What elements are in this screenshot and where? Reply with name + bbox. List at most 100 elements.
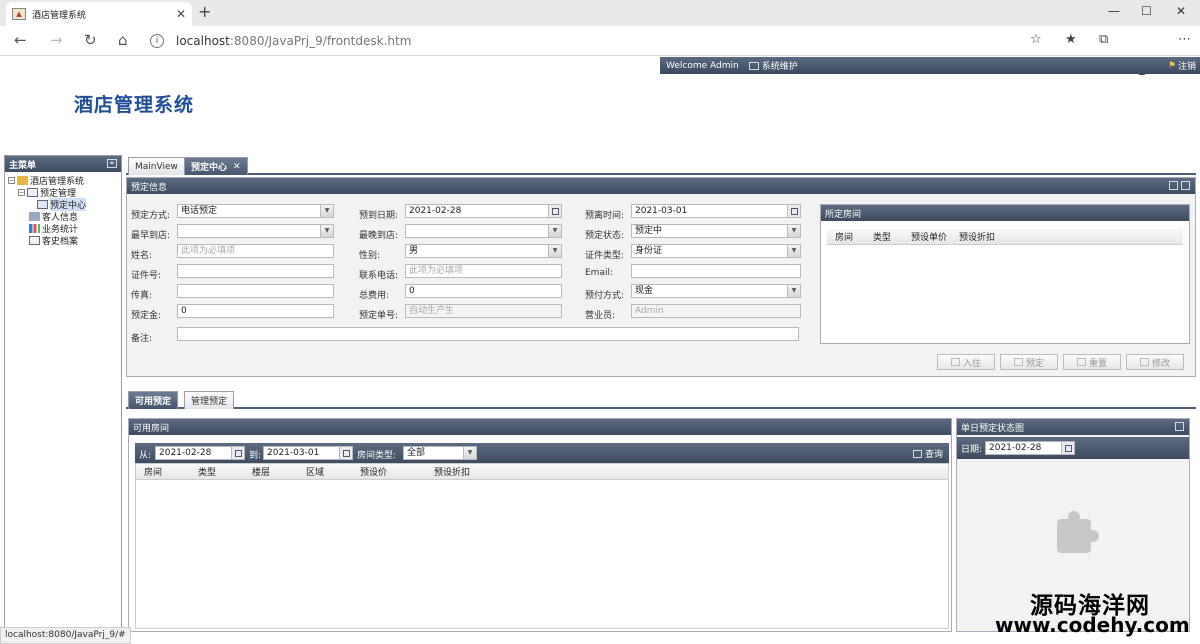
reset-button[interactable]: 重置 [1063, 354, 1121, 370]
dropdown-arrow-icon[interactable]: ▼ [548, 225, 561, 237]
column-header[interactable]: 区域 [298, 465, 352, 478]
available-rooms-grid: 房间 类型 楼层 区域 预设价 预设折扣 [135, 463, 949, 629]
refresh-icon[interactable]: ↻ [84, 31, 97, 49]
tab-available-booking[interactable]: 可用预定 [128, 391, 179, 409]
checkin-button[interactable]: 入住 [937, 354, 995, 370]
info-icon[interactable]: i [150, 34, 164, 48]
folder-icon [27, 187, 38, 197]
email-input[interactable] [631, 264, 801, 278]
deposit-input[interactable]: 0 [177, 304, 334, 318]
calendar-icon[interactable] [787, 205, 800, 217]
favorites-icon[interactable]: ★ [1065, 32, 1077, 47]
collections-icon[interactable]: ⧉ [1099, 32, 1108, 47]
tree-node-booking-mgmt[interactable]: − 预定管理 [5, 186, 121, 199]
booking-method-select[interactable]: 电话预定 ▼ [177, 204, 334, 218]
tree-node-statistics[interactable]: 业务统计 [5, 222, 121, 235]
booking-status-select[interactable]: 预定中 ▼ [631, 224, 801, 238]
url-field[interactable]: i localhost:8080/JavaPrj_9/frontdesk.htm [150, 30, 1020, 52]
back-icon[interactable]: ← [14, 31, 27, 49]
panel-title: 所定房间 [825, 209, 862, 220]
tree-node-booking-center[interactable]: 预定中心 [5, 197, 121, 211]
column-header[interactable]: 房间 [136, 465, 190, 478]
close-tab-icon[interactable]: ✕ [176, 7, 186, 21]
name-input[interactable]: 此项为必填项 [177, 244, 334, 258]
remark-input[interactable] [177, 327, 799, 341]
daily-status-header: 单日预定状态图 [957, 419, 1189, 435]
column-header[interactable]: 楼层 [244, 465, 298, 478]
read-aloud-icon[interactable]: ☆ [1030, 32, 1042, 47]
tab-booking-center[interactable]: 预定中心 ✕ [184, 157, 248, 175]
dropdown-arrow-icon[interactable]: ▼ [787, 245, 800, 257]
tree-node-guest-info[interactable]: 客人信息 [5, 210, 121, 223]
dropdown-arrow-icon[interactable]: ▼ [320, 205, 333, 217]
column-header[interactable]: 房间 [827, 230, 853, 243]
payment-method-select[interactable]: 现金 ▼ [631, 284, 801, 298]
expand-icon[interactable]: − [18, 188, 25, 196]
calendar-icon[interactable] [1061, 442, 1074, 454]
total-cost-input[interactable]: 0 [405, 284, 562, 298]
from-date-field[interactable]: 2021-02-28 [155, 446, 245, 460]
selected-rooms-panel: 所定房间 房间 类型 预设单价 预设折扣 [820, 204, 1190, 344]
home-icon[interactable]: ⌂ [118, 31, 128, 49]
query-button[interactable]: 查询 [912, 447, 943, 460]
print-icon[interactable] [1169, 181, 1178, 190]
expand-icon[interactable]: − [8, 176, 15, 184]
arrive-date-field[interactable]: 2021-02-28 [405, 204, 562, 218]
dropdown-arrow-icon[interactable]: ▼ [320, 225, 333, 237]
id-type-select[interactable]: 身份证 ▼ [631, 244, 801, 258]
modify-button[interactable]: 修改 [1126, 354, 1184, 370]
select-value: 预定中 [635, 226, 663, 236]
tab-mainview[interactable]: MainView [128, 157, 185, 175]
phone-input[interactable]: 此项为必填项 [405, 264, 562, 278]
dropdown-arrow-icon[interactable]: ▼ [787, 225, 800, 237]
column-header[interactable]: 类型 [190, 465, 244, 478]
query-icon [912, 449, 922, 458]
column-header[interactable]: 预设单价 [891, 230, 947, 243]
column-header[interactable]: 预设折扣 [426, 465, 500, 478]
book-button[interactable]: 预定 [1000, 354, 1058, 370]
calendar-icon[interactable] [231, 447, 244, 459]
forward-icon[interactable]: → [50, 31, 63, 49]
collapse-icon[interactable] [1175, 422, 1184, 431]
dropdown-arrow-icon[interactable]: ▼ [463, 447, 476, 459]
latest-arrival-select[interactable]: ▼ [405, 224, 562, 238]
close-tab-icon[interactable]: ✕ [233, 162, 241, 172]
gender-select[interactable]: 男 ▼ [405, 244, 562, 258]
minimize-icon[interactable]: — [1108, 4, 1120, 18]
system-maintain-link[interactable]: 系统维护 [748, 59, 798, 72]
collapse-icon[interactable] [1181, 181, 1190, 190]
tree-node-hotel[interactable]: − 酒店管理系统 [5, 174, 121, 187]
sidebar: 主菜单 « − 酒店管理系统 − 预定管理 预定中心 客人信息 业务统计 客史档… [4, 155, 122, 629]
select-value: 现金 [635, 286, 654, 296]
new-tab-icon[interactable]: + [198, 2, 211, 21]
dropdown-arrow-icon[interactable]: ▼ [548, 245, 561, 257]
fax-input[interactable] [177, 284, 334, 298]
selected-rooms-grid-header: 房间 类型 预设单价 预设折扣 [827, 229, 1183, 245]
maximize-icon[interactable]: ☐ [1141, 4, 1152, 18]
calendar-icon[interactable] [339, 447, 352, 459]
column-header[interactable]: 预设价 [352, 465, 426, 478]
button-label: 入住 [962, 358, 981, 369]
room-type-select[interactable]: 全部 ▼ [403, 446, 477, 460]
url-path: :8080/JavaPrj_9/frontdesk.htm [229, 34, 412, 48]
earliest-arrival-select[interactable]: ▼ [177, 224, 334, 238]
daily-date-field[interactable]: 2021-02-28 [985, 441, 1075, 455]
logout-link[interactable]: ⚑ 注销 [1168, 59, 1196, 73]
leave-date-field[interactable]: 2021-03-01 [631, 204, 801, 218]
available-rooms-header: 可用房间 [129, 419, 951, 435]
browser-status-bar: localhost:8080/JavaPrj_9/# [0, 627, 131, 644]
column-header[interactable]: 预设折扣 [947, 230, 995, 243]
close-window-icon[interactable]: ✕ [1176, 4, 1186, 18]
calendar-icon[interactable] [548, 205, 561, 217]
to-date-field[interactable]: 2021-03-01 [263, 446, 353, 460]
browser-tab[interactable]: ▲ 酒店管理系统 ✕ [6, 2, 192, 26]
dropdown-arrow-icon[interactable]: ▼ [787, 285, 800, 297]
column-header[interactable]: 类型 [853, 230, 891, 243]
id-number-input[interactable] [177, 264, 334, 278]
to-label: 到: [249, 451, 262, 461]
collapse-icon[interactable]: « [107, 159, 117, 168]
tree-node-guest-history[interactable]: 客史档案 [5, 234, 121, 247]
more-options-icon[interactable]: ⋯ [1178, 32, 1191, 47]
tab-manage-booking[interactable]: 管理预定 [184, 391, 235, 409]
home-icon [17, 175, 28, 185]
